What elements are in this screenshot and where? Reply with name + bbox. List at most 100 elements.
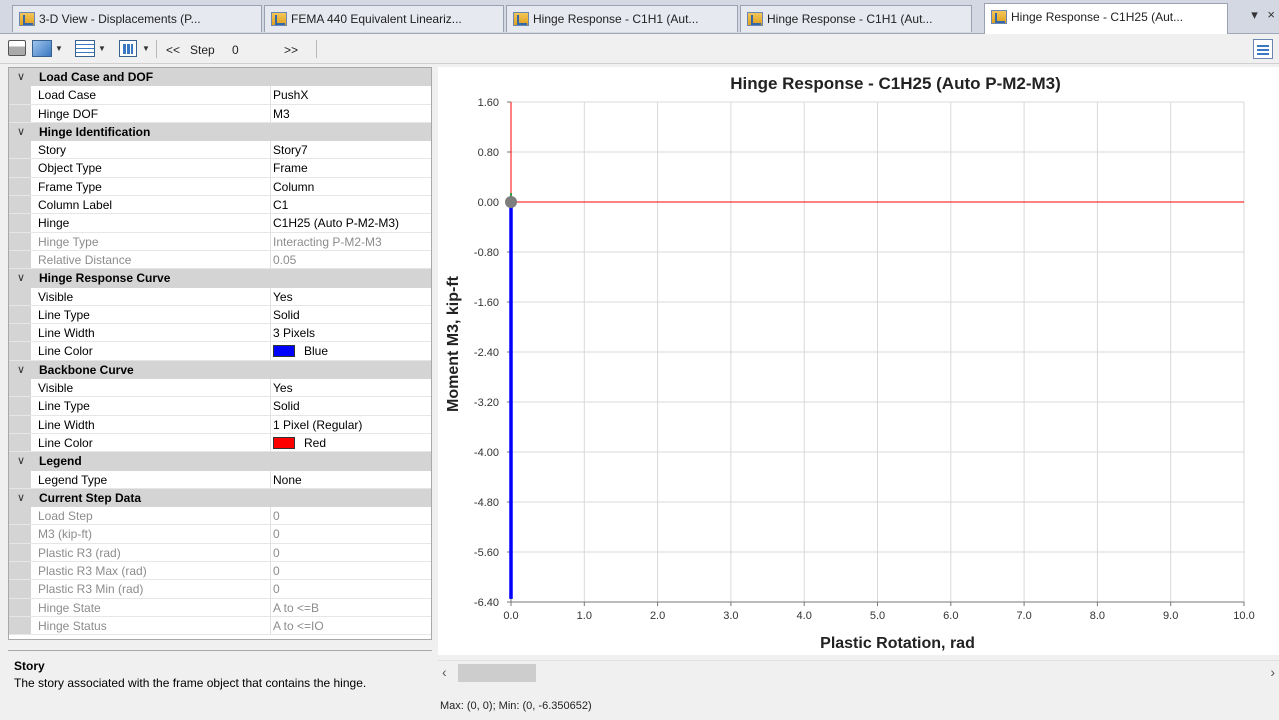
y-tick-label: -6.40 (474, 597, 499, 609)
y-tick-label: -0.80 (474, 247, 499, 259)
property-value[interactable]: Frame (271, 159, 431, 176)
property-row-readonly: Plastic R3 Max (rad) 0 (9, 562, 431, 581)
x-tick-label: 7.0 (1016, 610, 1031, 622)
property-row[interactable]: Load Case PushX (9, 86, 431, 105)
property-row[interactable]: Visible Yes (9, 287, 431, 306)
close-tab-icon[interactable]: × (1267, 7, 1275, 22)
property-value[interactable]: C1 (271, 196, 431, 213)
category-title: Hinge Response Curve (39, 271, 171, 286)
hinge-response-chart[interactable]: 0.0 1.0 2.0 3.0 4.0 5.0 6.0 7.0 8.0 9.0 10.0 1.60 0.… (438, 67, 1279, 655)
tab-3d-view[interactable]: 3-D View - Displacements (P... (12, 5, 262, 32)
category-hinge-identification[interactable]: ∨ Hinge Identification (9, 122, 431, 142)
blue-color-swatch (273, 345, 295, 358)
property-name: Hinge (9, 214, 271, 232)
property-name: Visible (9, 287, 271, 305)
property-value-color[interactable]: Red (271, 434, 431, 451)
collapse-chevron-icon[interactable]: ∨ (17, 123, 25, 141)
collapse-chevron-icon[interactable]: ∨ (17, 269, 25, 287)
y-axis-label: Moment M3, kip-ft (445, 275, 462, 412)
property-value[interactable]: Column (271, 178, 431, 195)
property-row-readonly: M3 (kip-ft) 0 (9, 525, 431, 544)
tab-hinge-response-c1h1-a[interactable]: Hinge Response - C1H1 (Aut... (506, 5, 738, 32)
property-row[interactable]: Line Type Solid (9, 397, 431, 416)
property-row[interactable]: Story Story7 (9, 141, 431, 160)
tab-fema-440[interactable]: FEMA 440 Equivalent Lineariz... (264, 5, 504, 32)
category-current-step-data[interactable]: ∨ Current Step Data (9, 488, 431, 508)
property-row[interactable]: Legend Type None (9, 470, 431, 489)
property-value[interactable]: 3 Pixels (271, 324, 431, 341)
property-name: M3 (kip-ft) (9, 525, 271, 543)
y-tick-label: 0.80 (478, 147, 499, 159)
collapse-chevron-icon[interactable]: ∨ (17, 489, 25, 507)
property-value-color[interactable]: Blue (271, 342, 431, 359)
property-row[interactable]: Hinge DOF M3 (9, 104, 431, 123)
property-value[interactable]: 1 Pixel (Regular) (271, 416, 431, 433)
property-row-readonly: Plastic R3 Min (rad) 0 (9, 580, 431, 599)
chart-view-icon[interactable] (32, 40, 52, 57)
property-row[interactable]: Line Width 3 Pixels (9, 324, 431, 343)
display-options-dropdown-icon[interactable]: ▼ (142, 44, 150, 53)
property-row-readonly: Relative Distance 0.05 (9, 250, 431, 270)
next-step-button[interactable]: >> (284, 43, 298, 57)
horizontal-scrollbar[interactable]: ‹ › (438, 660, 1279, 684)
hinge-response-chart-pane[interactable]: 0.0 1.0 2.0 3.0 4.0 5.0 6.0 7.0 8.0 9.0 10.0 1.60 0.… (438, 67, 1279, 655)
scroll-right-arrow-icon[interactable]: › (1270, 664, 1275, 680)
property-value[interactable]: None (271, 471, 431, 488)
property-row[interactable]: Column Label C1 (9, 196, 431, 215)
x-tick-label: 10.0 (1233, 610, 1254, 622)
description-title: Story (14, 659, 45, 673)
category-legend[interactable]: ∨ Legend (9, 452, 431, 471)
category-hinge-response-curve[interactable]: ∨ Hinge Response Curve (9, 269, 431, 288)
tab-hinge-response-c1h1-b[interactable]: Hinge Response - C1H1 (Aut... (740, 5, 972, 32)
property-value[interactable]: Yes (271, 379, 431, 396)
tab-list-dropdown-icon[interactable]: ▾ (1251, 7, 1258, 22)
chart-title: Hinge Response - C1H25 (Auto P-M2-M3) (730, 74, 1061, 93)
property-row[interactable]: Line Color Blue (9, 342, 431, 361)
status-max-min: Max: (0, 0); Min: (0, -6.350652) (440, 700, 592, 712)
property-value[interactable]: M3 (271, 105, 431, 122)
property-row[interactable]: Object Type Frame (9, 159, 431, 178)
scrollbar-thumb[interactable] (458, 664, 536, 682)
property-name: Column Label (9, 196, 271, 214)
tab-controls: ▾ × (1251, 7, 1275, 23)
collapse-chevron-icon[interactable]: ∨ (17, 452, 25, 470)
property-value[interactable]: C1H25 (Auto P-M2-M3) (271, 214, 431, 231)
property-row[interactable]: Line Width 1 Pixel (Regular) (9, 415, 431, 434)
print-icon[interactable] (8, 40, 26, 56)
display-options-icon[interactable] (119, 40, 137, 57)
current-step-marker[interactable] (505, 196, 517, 208)
x-tick-label: 1.0 (577, 610, 592, 622)
property-value[interactable]: Yes (271, 288, 431, 305)
step-value-field[interactable]: 0 (232, 43, 239, 57)
y-tick-label: 1.60 (478, 97, 499, 109)
property-pages-icon[interactable] (1253, 39, 1273, 59)
property-name: Line Width (9, 415, 271, 433)
property-row[interactable]: Hinge C1H25 (Auto P-M2-M3) (9, 214, 431, 233)
property-value[interactable]: Solid (271, 306, 431, 323)
property-row[interactable]: Line Color Red (9, 433, 431, 453)
property-grid: ∨ Load Case and DOF Load Case PushX Hinge… (8, 67, 432, 640)
property-value[interactable]: Solid (271, 397, 431, 414)
previous-step-button[interactable]: << (166, 43, 180, 57)
property-row[interactable]: Visible Yes (9, 379, 431, 398)
table-view-icon[interactable] (75, 40, 95, 57)
category-backbone-curve[interactable]: ∨ Backbone Curve (9, 360, 431, 380)
property-row[interactable]: Frame Type Column (9, 177, 431, 197)
property-value[interactable]: PushX (271, 86, 431, 103)
property-row-readonly: Hinge Type Interacting P-M2-M3 (9, 232, 431, 251)
collapse-chevron-icon[interactable]: ∨ (17, 68, 25, 86)
scroll-left-arrow-icon[interactable]: ‹ (442, 664, 447, 680)
y-tick-label: -1.60 (474, 297, 499, 309)
collapse-chevron-icon[interactable]: ∨ (17, 361, 25, 379)
property-name: Plastic R3 Min (rad) (9, 580, 271, 598)
table-view-dropdown-icon[interactable]: ▼ (98, 44, 106, 53)
category-load-case-and-dof[interactable]: ∨ Load Case and DOF (9, 68, 431, 87)
category-title: Legend (39, 454, 82, 469)
tab-hinge-response-c1h25[interactable]: Hinge Response - C1H25 (Aut... (984, 3, 1228, 34)
property-value[interactable]: Story7 (271, 141, 431, 158)
document-icon (19, 12, 35, 26)
chart-view-dropdown-icon[interactable]: ▼ (55, 44, 63, 53)
property-name: Load Step (9, 507, 271, 525)
property-name: Plastic R3 Max (rad) (9, 562, 271, 580)
property-row[interactable]: Line Type Solid (9, 305, 431, 325)
